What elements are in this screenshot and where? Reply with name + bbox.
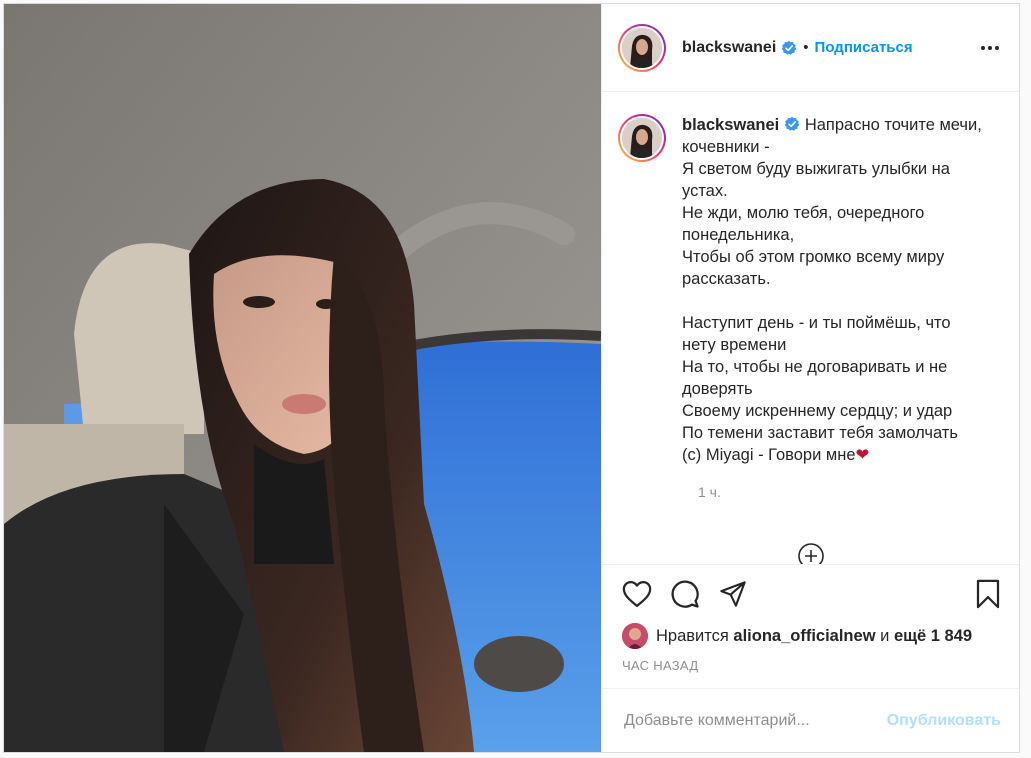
avatar-image [622, 27, 662, 68]
add-comment-bar: Опубликовать [602, 688, 1019, 752]
caption-author-avatar[interactable] [618, 114, 666, 162]
avatar-picture [622, 27, 662, 68]
broken-heart-emoji: ❤ [855, 446, 870, 464]
more-options-icon[interactable] [977, 38, 1003, 58]
likes-summary: Нравится aliona_officialnew и ещё 1 849 [602, 622, 1019, 650]
caption-body: Напрасно точите мечи, кочевники - Я свет… [682, 116, 982, 464]
likes-count-link[interactable]: ещё 1 849 [894, 627, 972, 646]
avatar-picture [622, 118, 662, 158]
likes-conjunction: и [880, 626, 890, 645]
header-separator: • [803, 39, 809, 56]
post-header: blackswanei • Подписаться [602, 4, 1019, 92]
caption-time: 1 ч. [698, 484, 721, 500]
liker-avatar[interactable] [622, 623, 648, 649]
comments-section[interactable]: blackswanei Напрасно точите мечи, кочевн… [602, 92, 1019, 564]
caption-username[interactable]: blackswanei [682, 116, 779, 134]
share-icon [720, 580, 746, 607]
publish-button[interactable]: Опубликовать [887, 712, 1001, 730]
likes-prefix: Нравится [656, 626, 729, 645]
author-username[interactable]: blackswanei [682, 39, 776, 57]
comment-input[interactable] [622, 710, 887, 731]
photo-illustration [4, 4, 601, 752]
caption-text-block: blackswanei Напрасно точите мечи, кочевн… [682, 114, 982, 466]
avatar-frame [620, 116, 664, 160]
save-button[interactable] [971, 577, 1005, 611]
avatar-frame [620, 25, 664, 70]
post-timestamp[interactable]: ЧАС НАЗАД [602, 650, 1019, 682]
post-dialog: blackswanei • Подписаться blackswanei На… [3, 3, 1020, 753]
bookmark-icon [976, 579, 1000, 608]
comment-button[interactable] [668, 577, 702, 611]
plus-circle-icon[interactable] [797, 542, 825, 564]
comment-icon [671, 579, 699, 608]
post-side-panel: blackswanei • Подписаться blackswanei На… [601, 4, 1019, 752]
avatar-image [622, 118, 662, 158]
share-button[interactable] [716, 577, 750, 611]
liker-avatar-picture [622, 623, 648, 649]
follow-button[interactable]: Подписаться [815, 39, 913, 56]
verified-badge-icon [784, 116, 800, 131]
more-dots-glyph [981, 45, 999, 50]
post-photo[interactable] [4, 4, 601, 752]
like-button[interactable] [620, 577, 654, 611]
action-bar [602, 564, 1019, 622]
verified-badge-icon [781, 40, 797, 55]
author-avatar[interactable] [618, 23, 666, 72]
caption: blackswanei Напрасно точите мечи, кочевн… [618, 114, 1003, 466]
heart-icon [622, 580, 652, 607]
liker-username[interactable]: aliona_officialnew [733, 627, 875, 646]
